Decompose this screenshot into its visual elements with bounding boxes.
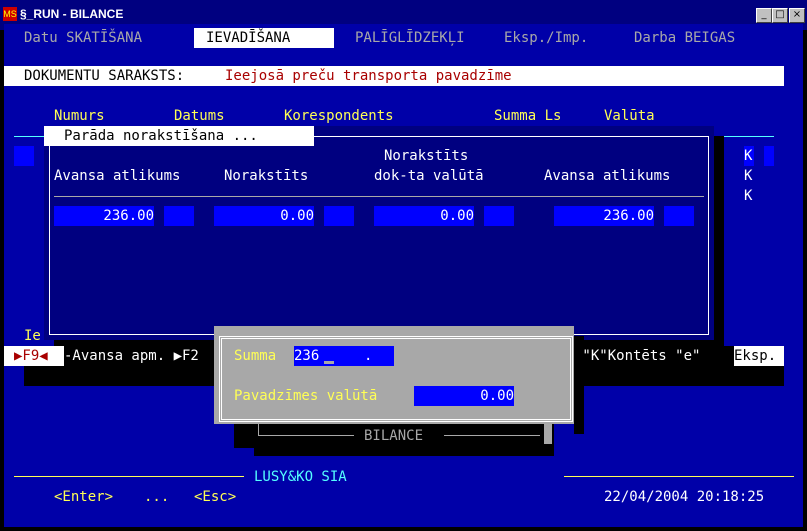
col-header-valuta: Valūta	[604, 108, 655, 124]
esc-key[interactable]: <Esc>	[194, 487, 236, 507]
side-mark-1: K	[744, 146, 754, 166]
summa-label: Summa	[234, 348, 277, 364]
text-cursor	[324, 361, 334, 364]
f9-key[interactable]: ▶F9◀	[4, 346, 64, 366]
menu-item-eksp-imp[interactable]: Eksp./Imp.	[504, 28, 588, 48]
footer-line-left	[14, 476, 244, 477]
input-dialog-shadow	[574, 336, 584, 434]
menu-item-ievadisana[interactable]: IEVADĪŠANA	[194, 28, 334, 48]
datetime: 22/04/2004 20:18:25	[604, 489, 765, 505]
doc-list-name: Ieejosā preču transporta pavadzīme	[225, 68, 512, 84]
avansa-atlikums-2-value: 236.00	[554, 206, 654, 226]
console-screen: Datu SKATĪŠANA IEVADĪŠANA PALĪGLĪDZEKĻI …	[4, 24, 803, 527]
header-norakstits-line2: dok-ta valūtā	[374, 168, 484, 184]
footer-line-right	[564, 476, 794, 477]
bilance-shadow	[254, 448, 554, 456]
pavadzimes-valuta-input[interactable]: 0.00	[414, 386, 514, 406]
writeoff-dialog-top-border	[314, 136, 708, 137]
status-left-text: -Avansa apm. ▶F2	[64, 348, 199, 364]
app-icon: MS	[3, 7, 17, 21]
bilance-label: BILANCE	[364, 428, 424, 444]
norakstits-currency	[324, 206, 354, 226]
header-avansa-atlikums-2: Avansa atlikums	[544, 168, 671, 184]
header-norakstits-line1: Norakstīts	[384, 148, 469, 164]
side-mark-2: K	[744, 168, 753, 184]
norakstits-doc-currency	[484, 206, 514, 226]
enter-key[interactable]: <Enter>	[54, 487, 113, 507]
eksp-key[interactable]: Eksp.	[734, 346, 784, 366]
partial-label: Ie	[24, 328, 41, 344]
summa-input-tail: .	[364, 348, 373, 364]
header-avansa-atlikums: Avansa atlikums	[54, 168, 181, 184]
row-marker-right	[764, 146, 774, 166]
col-header-datums: Datums	[174, 108, 225, 124]
bilance-frame-line-right	[444, 435, 540, 436]
side-mark-3: K	[744, 188, 753, 204]
maximize-button[interactable]: □	[772, 8, 788, 23]
close-button[interactable]: ×	[789, 8, 805, 23]
doc-list-label: DOKUMENTU SARAKSTS:	[24, 68, 185, 84]
norakstits-value[interactable]: 0.00	[214, 206, 314, 226]
company-name: LUSY&KO SIA	[254, 469, 347, 485]
avansa-atlikums-2-currency	[664, 206, 694, 226]
avansa-atlikums-currency	[164, 206, 194, 226]
minimize-button[interactable]: _	[756, 8, 772, 23]
bilance-box: BILANCE	[234, 424, 554, 448]
col-header-numurs: Numurs	[54, 108, 105, 124]
pavadzimes-valuta-label: Pavadzīmes valūtā	[234, 388, 378, 404]
menu-item-skatisana[interactable]: Datu SKATĪŠANA	[24, 28, 142, 48]
col-header-korespondents: Korespondents	[284, 108, 394, 124]
writeoff-dialog-shadow-right	[714, 136, 724, 350]
writeoff-dialog: Parāda norakstīšana ... Norakstīts Avans…	[44, 126, 714, 340]
footer-dots: ...	[144, 489, 170, 505]
menu-item-darba-beigas[interactable]: Darba BEIGAS	[634, 28, 735, 48]
bilance-scroll-block	[544, 424, 552, 444]
input-dialog: Summa 236 . Pavadzīmes valūtā 0.00	[214, 326, 574, 424]
summa-input[interactable]: 236 .	[294, 346, 394, 366]
avansa-atlikums-value: 236.00	[54, 206, 154, 226]
summa-input-value: 236	[294, 348, 320, 364]
bilance-frame-line-left	[258, 435, 354, 436]
header-norakstits: Norakstīts	[224, 168, 309, 184]
col-header-summa: Summa Ls	[494, 108, 562, 124]
norakstits-doc-valuta-value[interactable]: 0.00	[374, 206, 474, 226]
row-marker-left	[14, 146, 34, 166]
window-title: §_RUN - BILANCE	[20, 7, 124, 21]
writeoff-header-divider	[54, 196, 704, 197]
menu-item-paliglidzekli[interactable]: PALĪGLĪDZEKĻI	[355, 28, 465, 48]
status-right-text: ."K"Kontēts "e"	[574, 348, 701, 364]
